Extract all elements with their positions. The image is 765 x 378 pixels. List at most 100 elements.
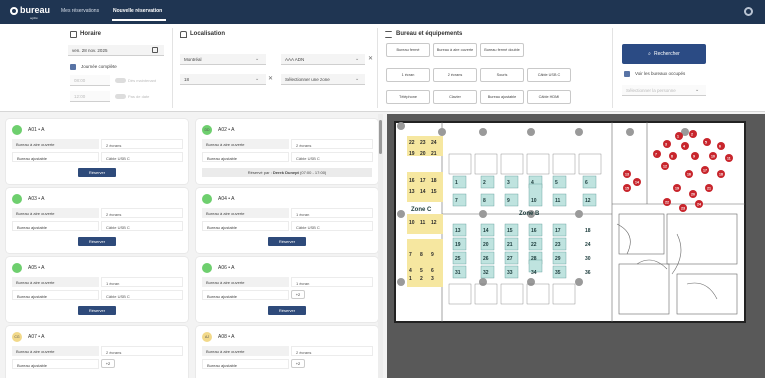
equip-one-screen[interactable]: 1 écran (386, 68, 430, 82)
zone-c-desk-label[interactable]: 13 (409, 189, 415, 195)
desk-card[interactable]: DD A02 • A Bureau à aire ouverte 2 écran… (196, 119, 378, 184)
floor-select[interactable]: 18 (180, 74, 266, 85)
desk-card[interactable]: AJ A08 • A Bureau à aire ouverte 2 écran… (196, 326, 378, 378)
zone-b-desk-label[interactable]: 12 (585, 198, 591, 204)
zone-b-desk-label[interactable]: 5 (555, 180, 558, 186)
zone-b-desk-label[interactable]: 10 (531, 198, 537, 204)
gear-icon[interactable] (744, 7, 753, 16)
zone-a-desk-label[interactable]: 4 (683, 145, 685, 149)
reserve-button[interactable]: Réserver (78, 306, 116, 315)
zone-a-desk-label[interactable]: 13 (625, 173, 629, 177)
zone-b-desk-label[interactable]: 28 (531, 256, 537, 262)
zone-b-desk-label[interactable]: 26 (483, 256, 489, 262)
zone-c-desk-label[interactable]: 22 (409, 140, 415, 146)
equip-mouse[interactable]: Souris (480, 68, 524, 82)
zone-b-desk-label[interactable]: 20 (483, 242, 489, 248)
zone-a-desk-label[interactable]: 8 (671, 155, 673, 159)
zone-c-desk-label[interactable]: 2 (420, 276, 423, 282)
zone-a-desk-label[interactable]: 2 (691, 133, 693, 137)
search-button[interactable]: ⌕ Rechercher (622, 44, 706, 64)
zone-a-desk-label[interactable]: 17 (703, 169, 707, 173)
equip-phone[interactable]: Téléphone (386, 90, 430, 104)
zone-b-desk-label[interactable]: 8 (483, 198, 486, 204)
zone-a-desk-label[interactable]: 22 (665, 201, 669, 205)
zone-c-desk-label[interactable]: 20 (420, 151, 426, 157)
zone-b-desk-label[interactable]: 2 (483, 180, 486, 186)
more-equipment-chip[interactable]: +2 (291, 290, 305, 299)
zone-b-desk-label[interactable]: 29 (555, 256, 561, 262)
desk-card[interactable]: A06 • A Bureau à aire ouverte 1 écran Bu… (196, 257, 378, 322)
zone-b-desk-label[interactable]: 4 (531, 180, 534, 186)
start-time-field[interactable]: 08:00 (70, 75, 110, 86)
zone-a-desk-label[interactable]: 20 (691, 193, 695, 197)
zone-a-desk-label[interactable]: 6 (719, 145, 721, 149)
zone-b-desk-label[interactable]: 6 (585, 180, 588, 186)
equip-usb-c[interactable]: Câble USB C (527, 68, 571, 82)
zone-c-desk-label[interactable]: 6 (431, 268, 434, 274)
desk-card[interactable]: A04 • A Bureau à aire ouverte 1 écran Bu… (196, 188, 378, 253)
zone-b-desk-label[interactable]: 30 (585, 256, 591, 262)
desk-card[interactable]: A01 • A Bureau à aire ouverte 2 écrans B… (6, 119, 188, 184)
zone-a-desk-label[interactable]: 15 (625, 187, 629, 191)
zone-b-desk-label[interactable]: 18 (585, 228, 591, 234)
zone-c-desk-label[interactable]: 19 (409, 151, 415, 157)
equip-keyboard[interactable]: Clavier (433, 90, 477, 104)
zone-c-desk-label[interactable]: 21 (431, 151, 437, 157)
zone-a-desk-label[interactable]: 21 (707, 187, 711, 191)
zone-c-desk-label[interactable]: 7 (409, 252, 412, 258)
zone-b-desk-label[interactable]: 21 (507, 242, 513, 248)
zone-b-desk-label[interactable]: 3 (507, 180, 510, 186)
zone-c-desk-label[interactable]: 3 (431, 276, 434, 282)
zone-b-desk-label[interactable]: 7 (455, 198, 458, 204)
full-day-checkbox[interactable] (70, 64, 76, 70)
zone-b-desk-label[interactable]: 17 (555, 228, 561, 234)
desk-type-open[interactable]: Bureau à aire ouverte (433, 43, 477, 57)
desk-type-closed[interactable]: Bureau fermé (386, 43, 430, 57)
zone-c-desk-label[interactable]: 18 (431, 178, 437, 184)
date-field[interactable]: ven. 28 nov. 2025 (68, 45, 164, 56)
zone-c-desk-label[interactable]: 4 (409, 268, 412, 274)
end-time-field[interactable]: 12:00 (70, 91, 110, 102)
desk-type-closed-double[interactable]: Bureau fermé double (480, 43, 524, 57)
zone-b-desk-label[interactable]: 23 (555, 242, 561, 248)
book-now-toggle[interactable] (115, 78, 126, 83)
zone-b-desk-label[interactable]: 35 (555, 270, 561, 276)
zone-b-desk-label[interactable]: 36 (585, 270, 591, 276)
person-select[interactable]: Sélectionner la personne (622, 85, 706, 96)
zone-b-desk-label[interactable]: 19 (455, 242, 461, 248)
zone-b-desk-label[interactable]: 33 (507, 270, 513, 276)
zone-b-desk-label[interactable]: 34 (531, 270, 537, 276)
clear-building-icon[interactable]: ✕ (368, 55, 373, 62)
zone-a-desk-label[interactable]: 19 (675, 187, 679, 191)
zone-c-desk-label[interactable]: 15 (431, 189, 437, 195)
zone-a-desk-label[interactable]: 1 (677, 135, 679, 139)
zone-c-desk-label[interactable]: 23 (420, 140, 426, 146)
reserve-button[interactable]: Réserver (268, 306, 306, 315)
zone-b-desk-label[interactable]: 16 (531, 228, 537, 234)
zone-a-desk-label[interactable]: 10 (711, 155, 715, 159)
zone-c-desk-label[interactable]: 24 (431, 140, 437, 146)
zone-b-desk-label[interactable]: 25 (455, 256, 461, 262)
equip-adjustable[interactable]: Bureau ajustable (480, 90, 524, 104)
desk-card[interactable]: A03 • A Bureau à aire ouverte 2 écrans B… (6, 188, 188, 253)
zone-c-desk-label[interactable]: 12 (431, 220, 437, 226)
zone-b-desk-label[interactable]: 13 (455, 228, 461, 234)
nav-my-reservations[interactable]: Mes réservations (61, 8, 99, 14)
zone-b-desk-label[interactable]: 9 (507, 198, 510, 204)
list-scrollbar-thumb[interactable] (379, 120, 382, 154)
more-equipment-chip[interactable]: +2 (101, 359, 115, 368)
zone-a-desk-label[interactable]: 14 (635, 181, 639, 185)
desk-card[interactable]: CG A07 • A Bureau à aire ouverte 2 écran… (6, 326, 188, 378)
zone-c-desk-label[interactable]: 5 (420, 268, 423, 274)
zone-b-desk-label[interactable]: 1 (455, 180, 458, 186)
more-equipment-chip[interactable]: +2 (291, 359, 305, 368)
zone-c-desk-label[interactable]: 14 (420, 189, 426, 195)
zone-a-desk-label[interactable]: 11 (727, 157, 731, 161)
zone-b-desk-label[interactable]: 15 (507, 228, 513, 234)
zone-a-desk-label[interactable]: 3 (665, 143, 667, 147)
zone-c-desk-label[interactable]: 16 (409, 178, 415, 184)
no-date-toggle[interactable] (115, 94, 126, 99)
zone-b-desk-label[interactable]: 24 (585, 242, 591, 248)
zone-c-desk-label[interactable]: 9 (431, 252, 434, 258)
floor-map[interactable]: Zone C Zone B 22 23 24 19 20 21 16 17 18… (387, 114, 765, 378)
